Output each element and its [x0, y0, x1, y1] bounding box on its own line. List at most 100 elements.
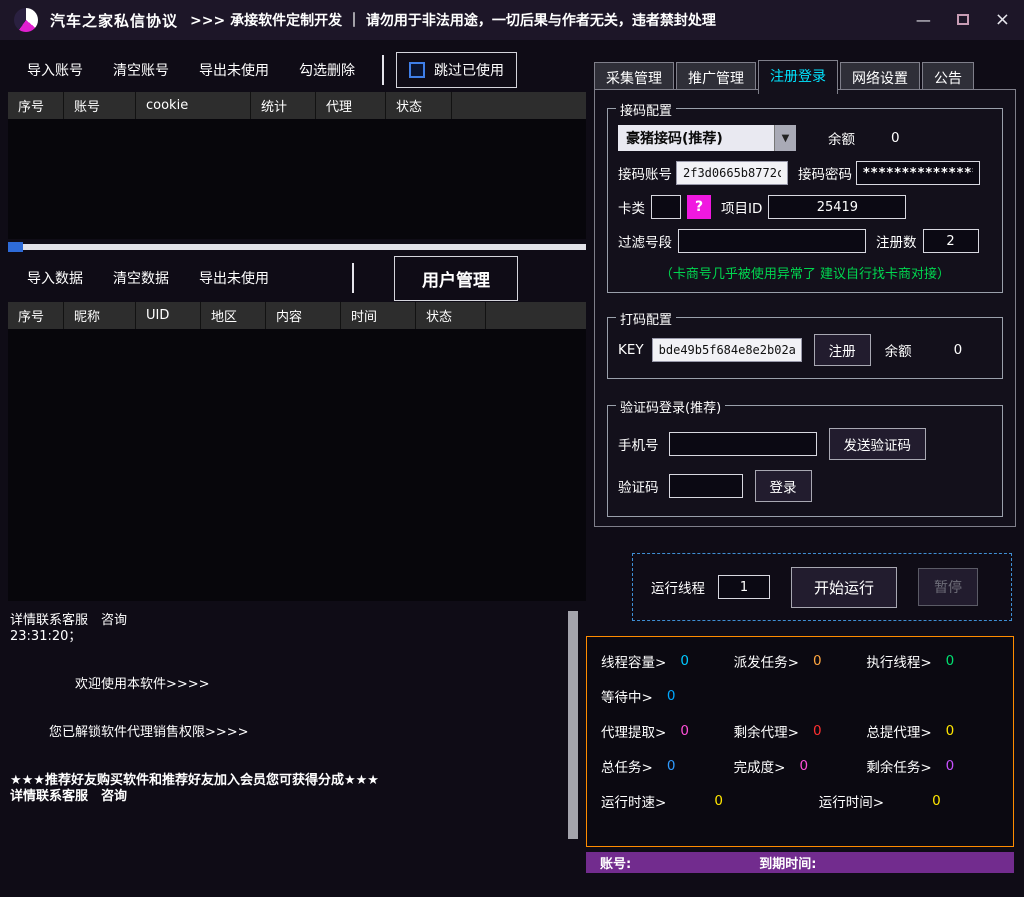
progress-fill: [8, 242, 23, 252]
accounts-column-header: 序号: [8, 92, 64, 119]
app-title: 汽车之家私信协议: [50, 10, 178, 31]
thread-count-label: 运行线程: [651, 577, 705, 597]
skip-used-box: 跳过已使用: [396, 52, 517, 88]
sms-password-label: 接码密码: [798, 163, 852, 183]
clear-accounts-button[interactable]: 清空账号: [98, 54, 184, 86]
titlebar: 汽车之家私信协议 >>> 承接软件定制开发 ｜ 请勿用于非法用途，一切后果与作者…: [0, 0, 1024, 40]
delete-checked-button[interactable]: 勾选删除: [284, 54, 370, 86]
stat-value: 0: [932, 793, 941, 809]
log-line: 23:31:20；: [10, 629, 584, 645]
clear-data-button[interactable]: 清空数据: [98, 262, 184, 294]
accounts-table-header: 序号 账号 cookie 统计 代理 状态: [8, 92, 586, 119]
code-label: 验证码: [618, 476, 659, 496]
sms-password-input[interactable]: [856, 161, 980, 185]
key-label: KEY: [618, 342, 644, 358]
filter-row: 过滤号段 注册数: [618, 229, 992, 253]
pause-button[interactable]: 暂停: [918, 568, 978, 606]
stat-value: 0: [799, 758, 808, 774]
toolbar-separator: [382, 55, 384, 85]
log-line: [10, 709, 584, 725]
left-panel: 导入账号 清空账号 导出未使用 勾选删除 跳过已使用 序号 账号 cookie …: [8, 48, 586, 849]
maximize-icon: [957, 14, 969, 25]
sms-balance-label: 余额: [828, 128, 855, 148]
export-unused-data-button[interactable]: 导出未使用: [184, 262, 284, 294]
stats-row: 运行时速> 0 运行时间> 0: [601, 791, 999, 811]
sms-account-label: 接码账号: [618, 163, 672, 183]
phone-label: 手机号: [618, 434, 659, 454]
stat-run-speed: 运行时速> 0: [601, 791, 819, 811]
log-line: [10, 661, 584, 677]
log-line: 详情联系客服 咨询: [10, 789, 584, 805]
stat-value: 0: [667, 688, 676, 704]
code-input[interactable]: [669, 474, 743, 498]
thread-count-input[interactable]: [718, 575, 770, 599]
card-warning-text: （卡商号几乎被使用异常了 建议自行找卡商对接）: [618, 263, 992, 282]
export-unused-accounts-button[interactable]: 导出未使用: [184, 54, 284, 86]
stat-label: 总提代理>: [866, 721, 931, 741]
stat-value: 0: [813, 723, 822, 739]
stat-thread-capacity: 线程容量> 0: [601, 651, 734, 671]
filter-label: 过滤号段: [618, 231, 672, 251]
register-button[interactable]: 注册: [814, 334, 871, 366]
toolbar-separator: [352, 263, 354, 293]
records-toolbar: 导入数据 清空数据 导出未使用 用户管理: [8, 254, 586, 302]
log-line: 详情联系客服 咨询: [10, 613, 584, 629]
stat-label: 总任务>: [601, 756, 653, 776]
maximize-button[interactable]: [957, 13, 969, 28]
log-line: ★★★推荐好友购买软件和推荐好友加入会员您可获得分成★★★: [10, 773, 584, 789]
stat-run-time: 运行时间> 0: [819, 791, 999, 811]
import-accounts-button[interactable]: 导入账号: [12, 54, 98, 86]
stat-proxy-total: 总提代理> 0: [866, 721, 999, 741]
log-area: 详情联系客服 咨询 23:31:20； 欢迎使用本软件>>>> 您已解锁软件代理…: [8, 605, 586, 849]
chevron-down-icon[interactable]: ▼: [774, 125, 796, 151]
close-button[interactable]: ×: [995, 11, 1010, 29]
log-line: [10, 693, 584, 709]
stat-value: 0: [680, 653, 689, 669]
sms-account-input[interactable]: [676, 161, 788, 185]
sms-provider-value: 豪猪接码(推荐): [626, 128, 723, 148]
stats-row: 线程容量> 0 派发任务> 0 执行线程> 0: [601, 651, 999, 671]
minimize-button[interactable]: —: [916, 13, 931, 28]
send-code-button[interactable]: 发送验证码: [829, 428, 927, 460]
stat-label: 等待中>: [601, 686, 653, 706]
records-column-header: 时间: [341, 302, 416, 329]
stat-value: 0: [667, 758, 676, 774]
accounts-table-body: [8, 119, 586, 239]
accounts-column-header: 代理: [316, 92, 386, 119]
records-column-header: UID: [136, 302, 201, 329]
accounts-column-header: cookie: [136, 92, 251, 119]
phone-input[interactable]: [669, 432, 817, 456]
tab-register-login[interactable]: 注册登录: [758, 60, 838, 94]
user-manage-button[interactable]: 用户管理: [394, 256, 518, 301]
log-scrollbar[interactable]: [568, 611, 578, 839]
stat-label: 剩余代理>: [734, 721, 799, 741]
stat-label: 线程容量>: [601, 651, 666, 671]
accounts-column-header: 状态: [386, 92, 452, 119]
sms-provider-select[interactable]: 豪猪接码(推荐) ▼: [618, 125, 796, 151]
import-data-button[interactable]: 导入数据: [12, 262, 98, 294]
login-button[interactable]: 登录: [755, 470, 812, 502]
log-line: [10, 645, 584, 661]
captcha-balance-label: 余额: [885, 340, 912, 360]
stat-total-tasks: 总任务> 0: [601, 756, 734, 776]
stats-row: 代理提取> 0 剩余代理> 0 总提代理> 0: [601, 721, 999, 741]
filter-input[interactable]: [678, 229, 866, 253]
start-run-button[interactable]: 开始运行: [791, 567, 897, 608]
reg-count-input[interactable]: [923, 229, 979, 253]
sms-credentials-row: 接码账号 接码密码: [618, 161, 992, 185]
code-login-group: 验证码登录(推荐) 手机号 发送验证码 验证码 登录: [607, 405, 1003, 517]
stat-label: 完成度>: [734, 756, 786, 776]
key-input[interactable]: [652, 338, 802, 362]
project-id-input[interactable]: [768, 195, 906, 219]
stat-label: 运行时速>: [601, 791, 666, 811]
help-button[interactable]: ?: [687, 195, 711, 219]
records-table-header: 序号 昵称 UID 地区 内容 时间 状态: [8, 302, 586, 329]
card-type-label: 卡类: [618, 197, 645, 217]
stats-row: 总任务> 0 完成度> 0 剩余任务> 0: [601, 756, 999, 776]
stat-label: 派发任务>: [734, 651, 799, 671]
skip-used-checkbox[interactable]: [409, 62, 425, 78]
provider-row: 豪猪接码(推荐) ▼ 余额 0: [618, 125, 992, 151]
card-type-input[interactable]: [651, 195, 681, 219]
stat-value: 0: [680, 723, 689, 739]
footer-account-label: 账号:: [600, 853, 631, 872]
